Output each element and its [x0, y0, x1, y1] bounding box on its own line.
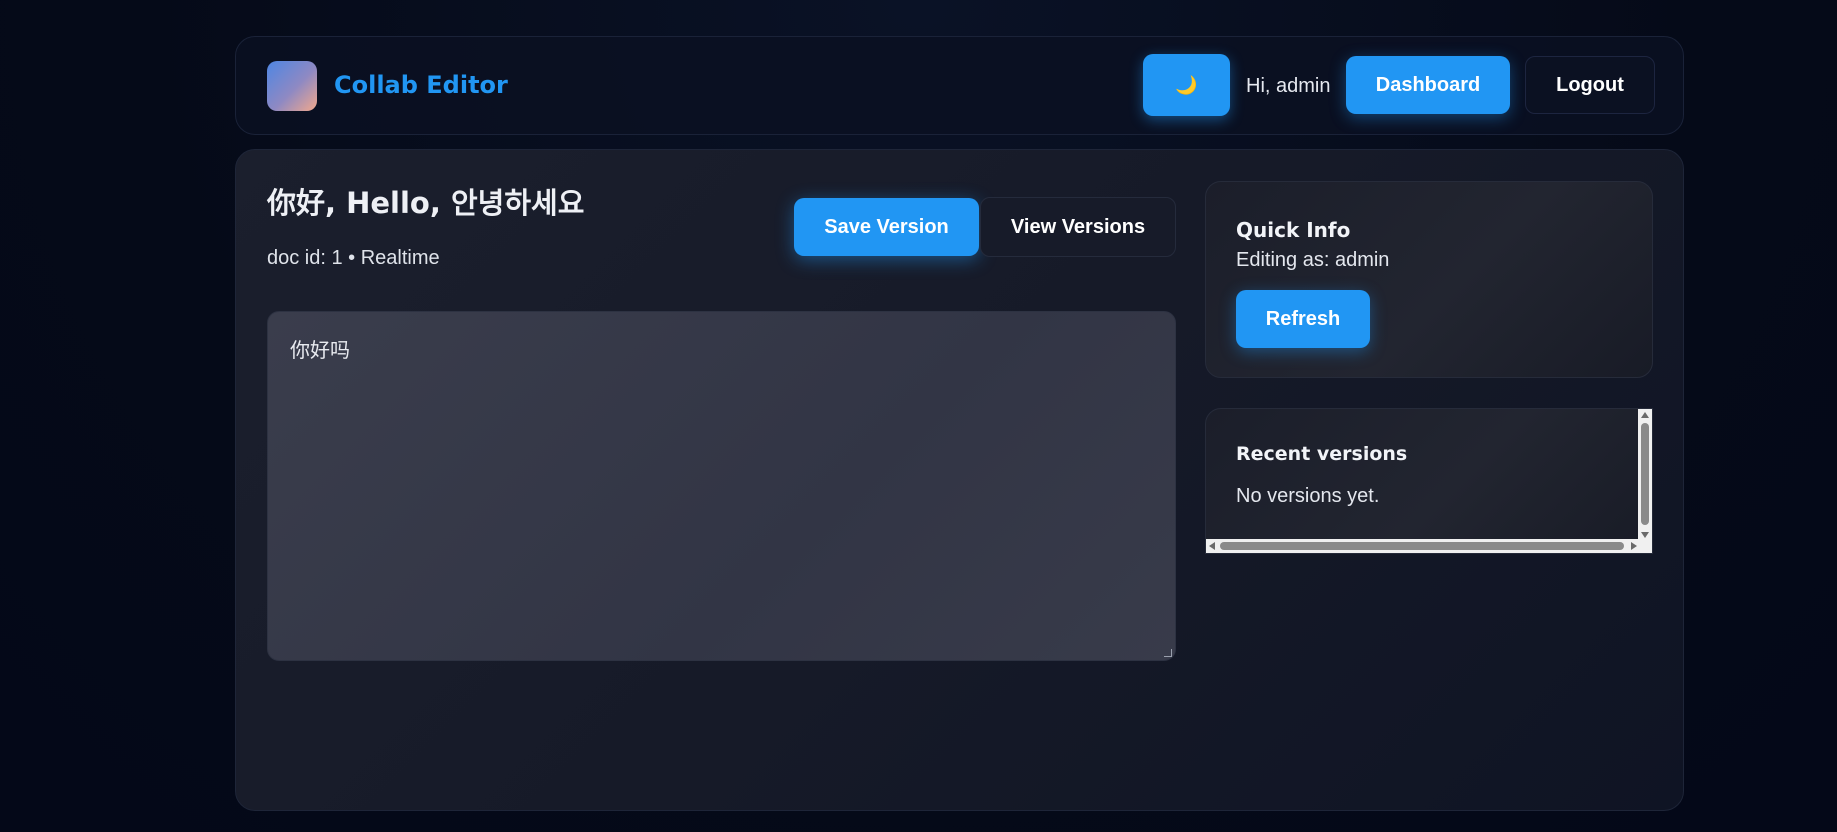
- quick-info-title: Quick Info: [1236, 218, 1351, 242]
- resize-handle-icon[interactable]: [1164, 649, 1172, 657]
- recent-versions-card: Recent versions No versions yet.: [1205, 408, 1653, 554]
- vertical-scrollbar[interactable]: [1638, 409, 1652, 541]
- view-versions-button[interactable]: View Versions: [980, 197, 1176, 257]
- scroll-left-arrow-icon[interactable]: [1209, 542, 1215, 550]
- editor-content: 你好吗: [290, 338, 350, 362]
- scroll-right-arrow-icon[interactable]: [1631, 542, 1637, 550]
- scroll-up-arrow-icon[interactable]: [1641, 412, 1649, 418]
- refresh-button[interactable]: Refresh: [1236, 290, 1370, 348]
- quick-info-card: Quick Info Editing as: admin Refresh: [1205, 181, 1653, 378]
- editor-panel: 你好, Hello, 안녕하세요 doc id: 1 • Realtime Sa…: [235, 149, 1684, 811]
- user-greeting: Hi, admin: [1246, 75, 1331, 97]
- document-meta: doc id: 1 • Realtime: [267, 247, 440, 269]
- horizontal-scrollbar[interactable]: [1206, 539, 1652, 553]
- app-logo: [267, 61, 317, 111]
- horizontal-scroll-thumb[interactable]: [1220, 542, 1624, 550]
- document-title: 你好, Hello, 안녕하세요: [267, 186, 585, 220]
- top-header: Collab Editor 🌙 Hi, admin Dashboard Logo…: [235, 36, 1684, 135]
- document-editor-textarea[interactable]: 你好吗: [267, 311, 1176, 661]
- editing-as-text: Editing as: admin: [1236, 249, 1390, 271]
- theme-toggle-button[interactable]: 🌙: [1143, 54, 1230, 116]
- recent-versions-title: Recent versions: [1236, 443, 1408, 465]
- scroll-down-arrow-icon[interactable]: [1641, 532, 1649, 538]
- logout-button[interactable]: Logout: [1525, 56, 1655, 114]
- no-versions-text: No versions yet.: [1236, 485, 1380, 507]
- dashboard-button[interactable]: Dashboard: [1346, 56, 1510, 114]
- moon-icon: 🌙: [1175, 74, 1198, 95]
- save-version-button[interactable]: Save Version: [794, 198, 979, 256]
- vertical-scroll-thumb[interactable]: [1641, 423, 1649, 525]
- brand-name: Collab Editor: [334, 71, 508, 99]
